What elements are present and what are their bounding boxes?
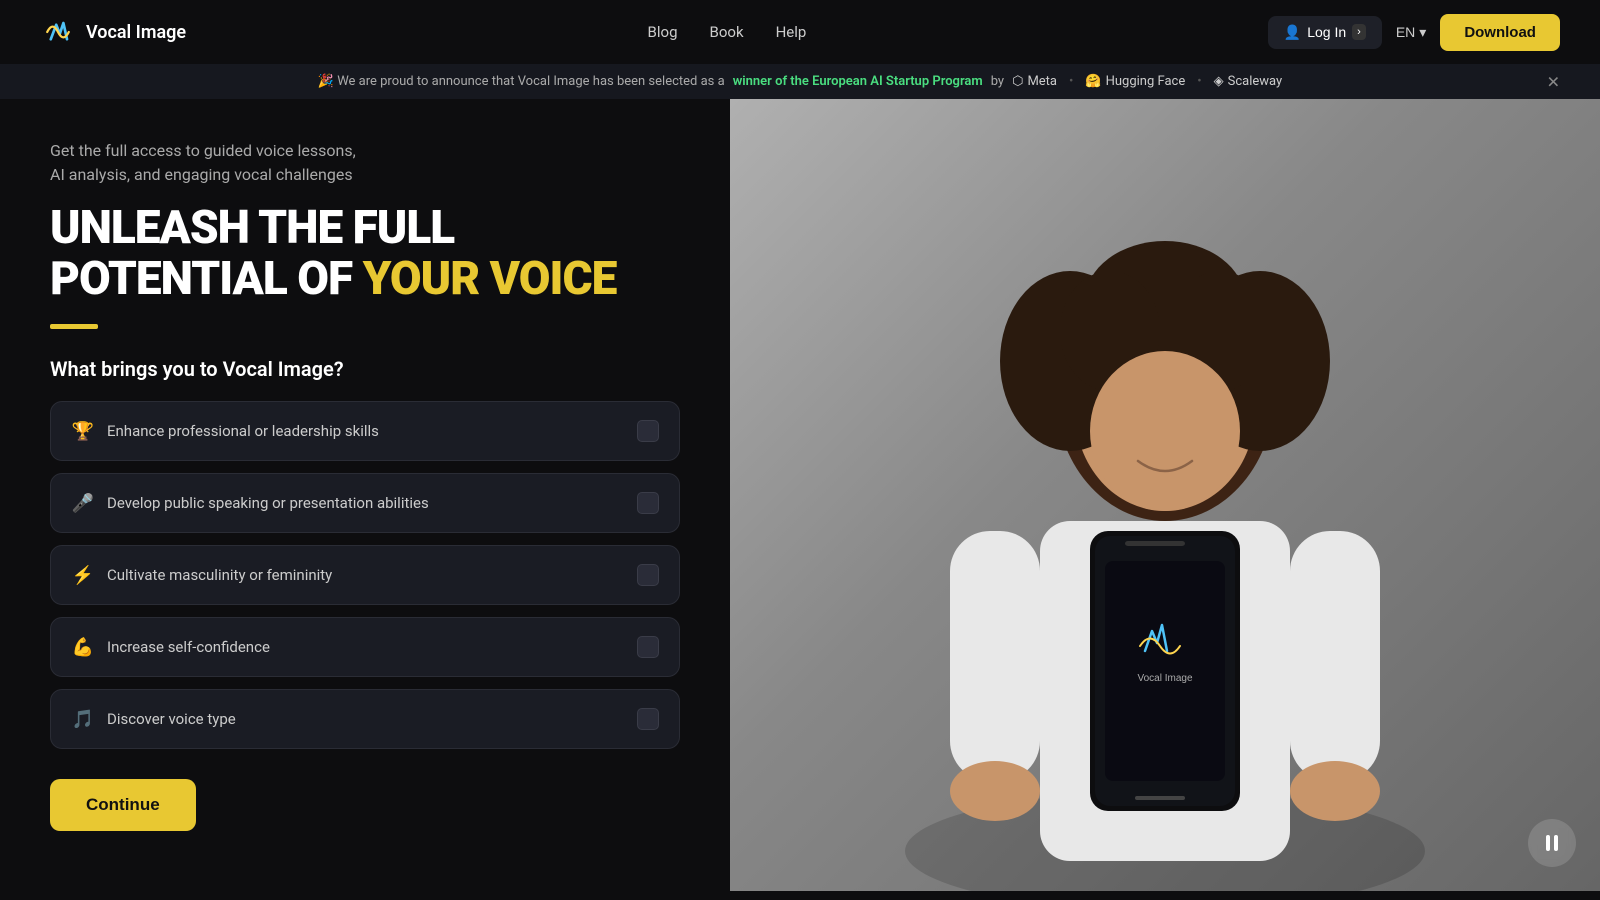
- question-heading: What brings you to Vocal Image?: [50, 357, 680, 381]
- option-voice-type-label: Discover voice type: [107, 710, 236, 728]
- option-enhance-checkbox[interactable]: [637, 420, 659, 442]
- yellow-divider: [50, 324, 98, 329]
- partner-huggingface: 🤗 Hugging Face: [1085, 74, 1185, 89]
- option-voice-type-checkbox[interactable]: [637, 708, 659, 730]
- option-enhance[interactable]: 🏆 Enhance professional or leadership ski…: [50, 401, 680, 461]
- option-public-speaking-icon: 🎤: [71, 493, 95, 514]
- announcement-text: 🎉 We are proud to announce that Vocal Im…: [318, 74, 725, 89]
- option-confidence-label: Increase self-confidence: [107, 638, 270, 656]
- nav-right: 👤 Log In › EN ▾ Download: [1268, 14, 1560, 51]
- lang-label: EN: [1396, 24, 1415, 40]
- meta-icon: ⬡: [1012, 74, 1023, 89]
- chevron-down-icon: ▾: [1419, 24, 1426, 41]
- option-masculinity-icon: ⚡: [71, 565, 95, 586]
- partner-meta: ⬡ Meta: [1012, 74, 1057, 89]
- hero-heading: UNLEASH THE FULLPOTENTIAL OF YOUR VOICE: [50, 203, 680, 304]
- announcement-highlight[interactable]: winner of the European AI Startup Progra…: [733, 74, 983, 89]
- svg-text:Vocal Image: Vocal Image: [1137, 673, 1192, 684]
- option-masculinity[interactable]: ⚡ Cultivate masculinity or femininity: [50, 545, 680, 605]
- option-confidence[interactable]: 💪 Increase self-confidence: [50, 617, 680, 677]
- option-voice-type-icon: 🎵: [71, 709, 95, 730]
- logo-text: Vocal Image: [86, 22, 186, 43]
- left-panel: Get the full access to guided voice less…: [0, 99, 730, 891]
- login-label: Log In: [1307, 24, 1346, 40]
- main-layout: Get the full access to guided voice less…: [0, 99, 1600, 891]
- nav-book[interactable]: Book: [710, 23, 744, 41]
- nav-blog[interactable]: Blog: [648, 23, 678, 41]
- logo-area[interactable]: Vocal Image: [40, 14, 186, 50]
- huggingface-icon: 🤗: [1085, 74, 1101, 89]
- huggingface-label: Hugging Face: [1106, 74, 1186, 89]
- announcement-bar: 🎉 We are proud to announce that Vocal Im…: [0, 64, 1600, 99]
- right-panel: Vocal Image: [730, 99, 1600, 891]
- continue-button[interactable]: Continue: [50, 779, 196, 831]
- meta-label: Meta: [1027, 74, 1057, 89]
- option-masculinity-left: ⚡ Cultivate masculinity or femininity: [71, 565, 332, 586]
- person-illustration: Vocal Image: [730, 101, 1600, 891]
- hero-heading-yellow: YOUR VOICE: [363, 252, 617, 306]
- logo-icon: [40, 14, 76, 50]
- chevron-right-icon: ›: [1352, 24, 1366, 40]
- scaleway-icon: ◈: [1214, 74, 1224, 89]
- option-masculinity-checkbox[interactable]: [637, 564, 659, 586]
- hero-subtitle: Get the full access to guided voice less…: [50, 139, 680, 187]
- option-public-speaking-label: Develop public speaking or presentation …: [107, 494, 429, 512]
- navbar: Vocal Image Blog Book Help 👤 Log In › EN…: [0, 0, 1600, 64]
- option-masculinity-label: Cultivate masculinity or femininity: [107, 566, 332, 584]
- option-confidence-icon: 💪: [71, 637, 95, 658]
- option-enhance-icon: 🏆: [71, 421, 95, 442]
- nav-links: Blog Book Help: [648, 23, 807, 41]
- scaleway-label: Scaleway: [1228, 74, 1283, 89]
- option-voice-type-left: 🎵 Discover voice type: [71, 709, 236, 730]
- login-button[interactable]: 👤 Log In ›: [1268, 16, 1382, 49]
- option-voice-type[interactable]: 🎵 Discover voice type: [50, 689, 680, 749]
- option-public-speaking-checkbox[interactable]: [637, 492, 659, 514]
- option-enhance-left: 🏆 Enhance professional or leadership ski…: [71, 421, 379, 442]
- option-confidence-checkbox[interactable]: [637, 636, 659, 658]
- right-panel-bg: Vocal Image: [730, 99, 1600, 891]
- pause-button[interactable]: [1528, 819, 1576, 867]
- dot-2: •: [1197, 74, 1201, 89]
- nav-help[interactable]: Help: [776, 23, 807, 41]
- option-public-speaking[interactable]: 🎤 Develop public speaking or presentatio…: [50, 473, 680, 533]
- options-list: 🏆 Enhance professional or leadership ski…: [50, 401, 680, 749]
- option-public-speaking-left: 🎤 Develop public speaking or presentatio…: [71, 493, 429, 514]
- pause-icon: [1546, 835, 1558, 851]
- person-icon: 👤: [1284, 24, 1301, 41]
- close-announcement-icon[interactable]: ✕: [1547, 72, 1560, 91]
- partner-scaleway: ◈ Scaleway: [1214, 74, 1283, 89]
- language-button[interactable]: EN ▾: [1396, 24, 1426, 41]
- dot-1: •: [1069, 74, 1073, 89]
- option-confidence-left: 💪 Increase self-confidence: [71, 637, 270, 658]
- option-enhance-label: Enhance professional or leadership skill…: [107, 422, 379, 440]
- download-button[interactable]: Download: [1440, 14, 1560, 51]
- announcement-by: by: [991, 74, 1004, 89]
